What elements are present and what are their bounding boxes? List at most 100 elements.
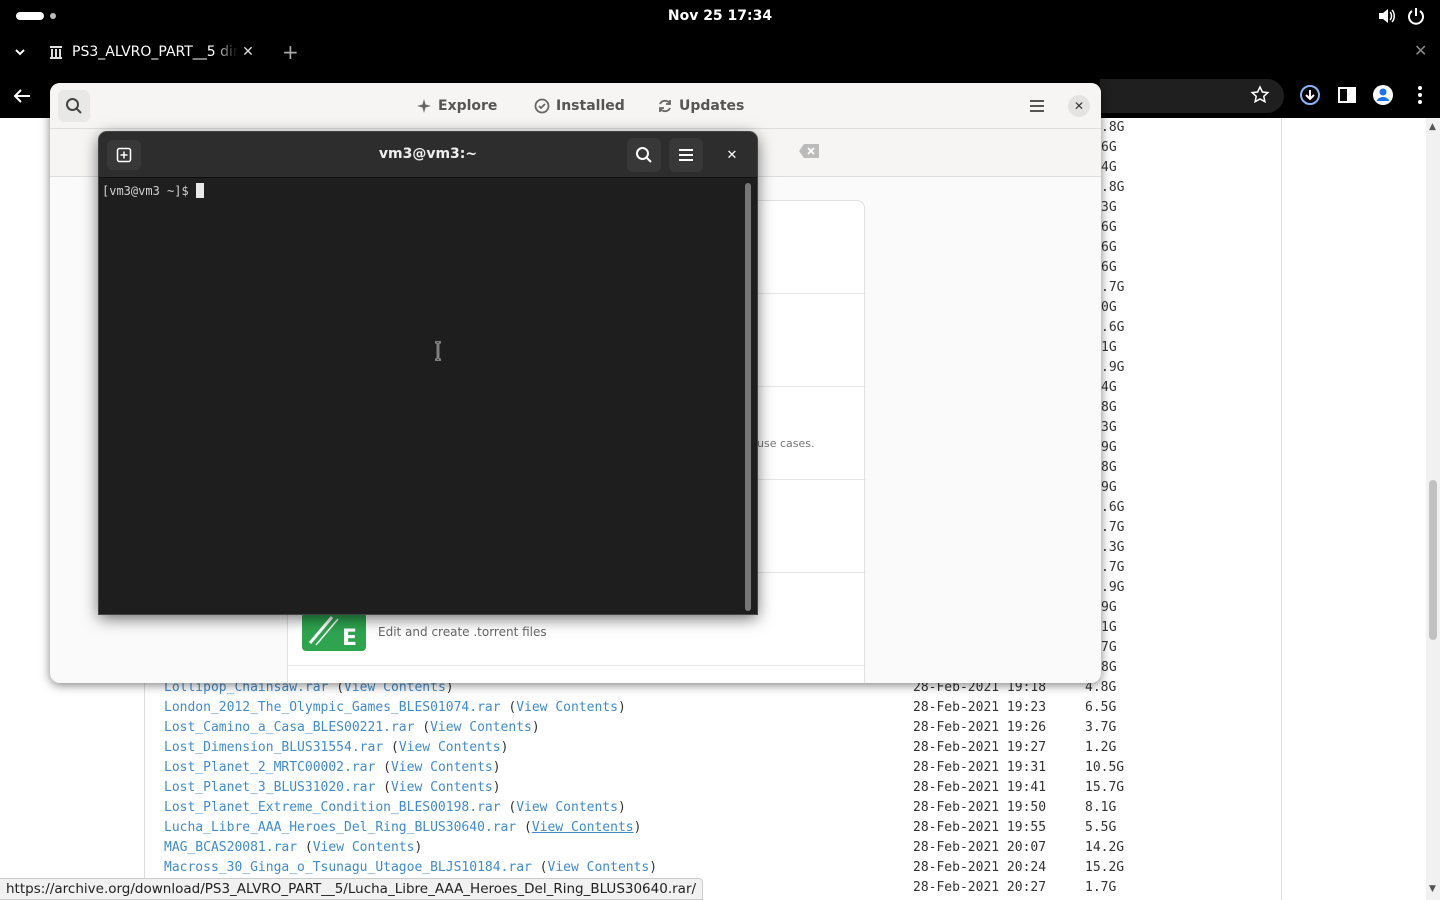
list-separator: [288, 665, 866, 666]
terminal-close-icon[interactable]: ✕: [721, 144, 743, 166]
view-contents-link[interactable]: View Contents: [430, 720, 532, 735]
view-contents-link[interactable]: View Contents: [391, 780, 493, 795]
file-size-fragment: 6G: [1101, 220, 1117, 235]
file-size-fragment: .6G: [1101, 320, 1125, 335]
table-row: Lost_Planet_3_BLUS31020.rar (View Conten…: [164, 780, 501, 800]
terminal-search-button[interactable]: [627, 138, 661, 172]
file-size: 10.5G: [1085, 760, 1125, 775]
view-contents-link[interactable]: View Contents: [391, 760, 493, 775]
hamburger-menu-icon[interactable]: [1026, 95, 1048, 117]
file-size: 6.5G: [1085, 700, 1117, 715]
terminal-header-bar: vm3@vm3:~ ✕: [99, 132, 757, 178]
power-icon[interactable]: [1407, 7, 1425, 25]
paren-open: (: [297, 840, 313, 855]
table-row: Lost_Planet_2_MRTC00002.rar (View Conten…: [164, 760, 501, 780]
file-date: 28-Feb-2021 19:55: [913, 820, 1047, 835]
new-tab-button[interactable]: +: [282, 40, 299, 64]
table-row: Lollipop_Chainsaw.rar (View Contents): [164, 680, 454, 700]
file-link[interactable]: London_2012_The_Olympic_Games_BLES01074.…: [164, 700, 501, 715]
paren-close: ): [617, 800, 626, 815]
file-link[interactable]: Lost_Planet_2_MRTC00002.rar: [164, 760, 375, 775]
file-date: 28-Feb-2021 20:07: [913, 840, 1047, 855]
software-search-button[interactable]: [58, 90, 90, 122]
file-size-fragment: 7G: [1101, 640, 1117, 655]
terminal-body[interactable]: [vm3@vm3 ~]$: [99, 179, 757, 614]
back-arrow-icon[interactable]: [10, 84, 34, 108]
terminal-menu-button[interactable]: [669, 138, 703, 172]
file-size-fragment: .9G: [1101, 580, 1125, 595]
volume-icon[interactable]: [1378, 8, 1396, 24]
refresh-icon: [659, 99, 671, 113]
file-size-fragment: .6G: [1101, 500, 1125, 515]
paren-close: ): [649, 860, 658, 875]
file-link[interactable]: Lucha_Libre_AAA_Heroes_Del_Ring_BLUS3064…: [164, 820, 516, 835]
table-row: Macross_30_Ginga_o_Tsunagu_Utagoe_BLJS10…: [164, 860, 657, 880]
tab-explore[interactable]: Explore: [416, 95, 497, 117]
file-size-fragment: 3G: [1101, 200, 1117, 215]
file-link[interactable]: Lost_Planet_Extreme_Condition_BLES00198.…: [164, 800, 501, 815]
software-close-icon[interactable]: ✕: [1068, 95, 1090, 117]
table-row: Lost_Planet_Extreme_Condition_BLES00198.…: [164, 800, 626, 820]
scroll-up-arrow-icon[interactable]: ▲: [1429, 122, 1436, 132]
file-size-fragment: 9G: [1101, 440, 1117, 455]
file-size-fragment: 9G: [1101, 600, 1117, 615]
file-link[interactable]: MAG_BCAS20081.rar: [164, 840, 297, 855]
file-size: 1.7G: [1085, 880, 1117, 895]
file-date: 28-Feb-2021 19:50: [913, 800, 1047, 815]
tab-updates[interactable]: Updates: [657, 95, 744, 117]
file-link[interactable]: Macross_30_Ginga_o_Tsunagu_Utagoe_BLJS10…: [164, 860, 532, 875]
file-size: 15.2G: [1085, 860, 1125, 875]
profile-avatar-icon[interactable]: [1372, 84, 1394, 106]
software-header-bar: Explore Installed Updates ✕: [50, 83, 1101, 129]
browser-menu-icon[interactable]: [1410, 84, 1430, 106]
view-contents-link[interactable]: View Contents: [399, 740, 501, 755]
file-size-fragment: 6G: [1101, 140, 1117, 155]
tab-close-icon[interactable]: ✕: [238, 42, 258, 62]
paren-close: ): [500, 740, 509, 755]
tab-installed[interactable]: Installed: [534, 95, 625, 117]
table-row: London_2012_The_Olympic_Games_BLES01074.…: [164, 700, 626, 720]
view-contents-link[interactable]: View Contents: [532, 820, 634, 835]
app-summary-fragment: use cases.: [757, 437, 815, 450]
scrollbar-thumb[interactable]: [1429, 480, 1437, 640]
browser-tab-active[interactable]: PS3_ALVRO_PART__5 directory listing ✕: [40, 34, 272, 70]
view-contents-link[interactable]: View Contents: [516, 800, 618, 815]
scroll-down-arrow-icon[interactable]: ▼: [1429, 884, 1436, 894]
tab-title: PS3_ALVRO_PART__5 directory listing: [72, 44, 238, 60]
file-date: 28-Feb-2021 20:24: [913, 860, 1047, 875]
view-contents-link[interactable]: View Contents: [313, 840, 415, 855]
side-panel-icon[interactable]: [1337, 85, 1357, 105]
bookmark-star-icon[interactable]: [1250, 85, 1270, 105]
file-date: 28-Feb-2021 20:27: [913, 880, 1047, 895]
file-link[interactable]: Lost_Dimension_BLUS31554.rar: [164, 740, 383, 755]
torrent-editor-app-icon[interactable]: E: [302, 613, 366, 651]
window-close-icon[interactable]: ✕: [1414, 41, 1427, 60]
file-size-fragment: 8G: [1101, 400, 1117, 415]
browser-tab-bar: PS3_ALVRO_PART__5 directory listing ✕ + …: [0, 32, 1440, 72]
file-date: 28-Feb-2021 19:41: [913, 780, 1047, 795]
search-icon: [636, 147, 652, 163]
paren-open: (: [414, 720, 431, 735]
clock[interactable]: Nov 25 17:34: [0, 8, 1440, 24]
file-size-fragment: 8G: [1101, 460, 1117, 475]
tab-updates-label: Updates: [679, 98, 745, 114]
tab-installed-label: Installed: [556, 98, 625, 114]
tab-explore-label: Explore: [438, 98, 498, 114]
clear-search-icon[interactable]: [798, 143, 820, 159]
tab-search-chevron-icon[interactable]: [10, 42, 30, 62]
file-size-fragment: 3G: [1101, 420, 1117, 435]
terminal-scrollbar[interactable]: [745, 183, 751, 611]
file-size: 5.5G: [1085, 820, 1117, 835]
file-link[interactable]: Lost_Planet_3_BLUS31020.rar: [164, 780, 375, 795]
file-date: 28-Feb-2021 19:31: [913, 760, 1047, 775]
download-icon[interactable]: [1299, 84, 1321, 106]
hamburger-menu-icon: [679, 149, 693, 161]
view-contents-link[interactable]: View Contents: [516, 700, 618, 715]
view-contents-link[interactable]: View Contents: [548, 860, 650, 875]
file-link[interactable]: Lost_Camino_a_Casa_BLES00221.rar: [164, 720, 414, 735]
file-date: 28-Feb-2021 19:26: [913, 720, 1047, 735]
page-scrollbar[interactable]: ▲ ▼: [1426, 118, 1440, 900]
file-size-fragment: 9G: [1101, 480, 1117, 495]
paren-open: (: [516, 820, 532, 835]
file-size-fragment: 1G: [1101, 620, 1117, 635]
